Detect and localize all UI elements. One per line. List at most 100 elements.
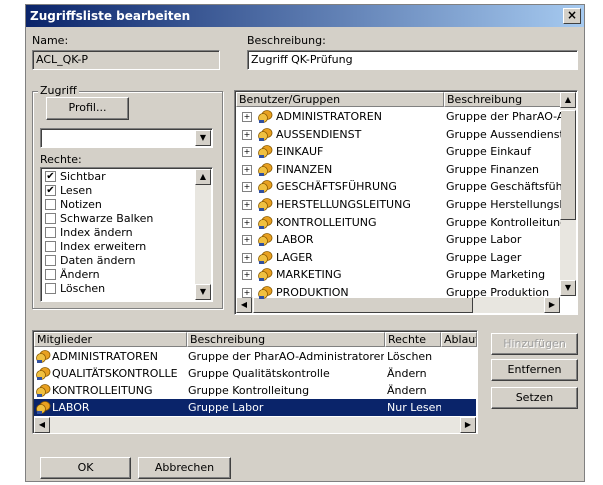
list-item[interactable]: + LAGER Gruppe Lager [236, 249, 561, 266]
rechte-item-label: Lesen [60, 184, 93, 197]
benutzer-vscrollbar[interactable]: ▲ ▼ [560, 92, 576, 296]
group-name: LABOR [276, 233, 314, 247]
group-desc: Gruppe Lager [446, 250, 522, 264]
col-header-ablauf[interactable]: Ablauf [441, 332, 477, 347]
expand-icon[interactable]: + [242, 112, 252, 122]
expand-icon[interactable]: + [242, 252, 252, 263]
mitglieder-hscrollbar[interactable]: ◀ ▶ [34, 417, 476, 433]
group-name: AUSSENDIENST [276, 127, 362, 141]
chevron-up-icon: ▲ [199, 172, 207, 181]
close-button[interactable]: × [563, 8, 581, 24]
member-name: LABOR [52, 401, 90, 414]
scroll-down-button[interactable]: ▼ [195, 284, 211, 300]
group-desc: Gruppe Marketing [446, 268, 546, 282]
checkbox[interactable] [45, 269, 56, 280]
col-header-beschreibung[interactable]: Beschreibung [444, 92, 562, 107]
checkbox[interactable]: ✔ [45, 171, 56, 182]
beschreibung-label: Beschreibung: [247, 34, 326, 47]
col-header-benutzer[interactable]: Benutzer/Gruppen [236, 92, 444, 107]
hinzufuegen-button[interactable]: Hinzufügen [491, 333, 578, 355]
list-item[interactable]: + HERSTELLUNGSLEITUNG Gruppe Herstellungsl… [236, 196, 561, 213]
checkbox[interactable] [45, 227, 56, 238]
expand-icon[interactable]: + [242, 270, 252, 281]
scroll-up-button[interactable]: ▲ [560, 92, 576, 108]
combo-dropdown-button[interactable]: ▼ [195, 130, 211, 146]
list-item[interactable]: + ADMINISTRATOREN Gruppe der PharAO-Adı [236, 108, 561, 125]
name-field[interactable]: ACL_QK-P [32, 50, 220, 70]
title-bar[interactable]: Zugriffsliste bearbeiten × [26, 5, 584, 27]
expand-icon[interactable]: + [242, 235, 252, 246]
checkbox[interactable]: ✔ [45, 185, 56, 196]
group-name: MARKETING [276, 268, 342, 282]
benutzer-gruppen-list[interactable]: Benutzer/Gruppen Beschreibung ▲ ▼ ◀ ▶ + A… [234, 90, 578, 315]
list-item[interactable]: + LABOR Gruppe Labor [236, 231, 561, 248]
checkbox[interactable] [45, 283, 56, 294]
col-header-rechte[interactable]: Rechte [385, 332, 441, 347]
group-name: KONTROLLEITUNG [276, 215, 377, 229]
member-desc: Gruppe der PharAO-Administratoren [188, 350, 384, 363]
beschreibung-field[interactable]: Zugriff QK-Prüfung [247, 50, 578, 70]
checkbox[interactable] [45, 241, 56, 252]
group-icon [36, 382, 51, 399]
scroll-up-button[interactable]: ▲ [195, 169, 211, 185]
group-desc: Gruppe Produktion [446, 286, 550, 299]
list-item[interactable]: + GESCHÄFTSFÜHRUNG Gruppe Geschäftsführu [236, 178, 561, 195]
member-rechte: Ändern [387, 367, 427, 380]
list-item[interactable]: + MARKETING Gruppe Marketing [236, 266, 561, 283]
group-icon [258, 143, 273, 160]
scroll-left-button[interactable]: ◀ [34, 417, 50, 433]
group-desc: Gruppe Kontrolleitung [446, 215, 561, 229]
list-item[interactable]: + EINKAUF Gruppe Einkauf [236, 143, 561, 160]
expand-icon[interactable]: + [242, 288, 252, 298]
chevron-up-icon: ▲ [564, 95, 572, 104]
scroll-down-button[interactable]: ▼ [560, 280, 576, 296]
abbrechen-button[interactable]: Abbrechen [138, 457, 231, 479]
expand-icon[interactable]: + [242, 182, 252, 193]
rechte-scrollbar[interactable]: ▲ ▼ [195, 169, 211, 300]
mitglieder-list[interactable]: Mitglieder Beschreibung Rechte Ablauf ◀ … [32, 330, 478, 434]
entfernen-button[interactable]: Entfernen [491, 359, 578, 381]
group-name: FINANZEN [276, 162, 333, 176]
group-icon [258, 214, 273, 231]
group-icon [258, 178, 273, 195]
list-item[interactable]: + KONTROLLEITUNG Gruppe Kontrolleitung [236, 214, 561, 231]
rechte-item-label: Ändern [60, 268, 100, 281]
table-row[interactable]: QUALITÄTSKONTROLLE Gruppe Qualitätskontro… [34, 365, 476, 382]
checkbox[interactable] [45, 213, 56, 224]
expand-icon[interactable]: + [242, 217, 252, 228]
rechte-item-label: Schwarze Balken [60, 212, 154, 225]
list-item[interactable]: + PRODUKTION Gruppe Produktion [236, 284, 561, 301]
group-name: HERSTELLUNGSLEITUNG [276, 198, 411, 211]
expand-icon[interactable]: + [242, 129, 252, 140]
rechte-list[interactable]: ▲ ▼ ✔ Sichtbar ✔ Lesen Notizen Schwarze Balke… [40, 167, 213, 302]
profil-button[interactable]: Profil... [46, 97, 129, 120]
ok-button[interactable]: OK [40, 457, 131, 479]
scroll-thumb[interactable] [560, 110, 576, 220]
setzen-button[interactable]: Setzen [491, 387, 578, 409]
checkbox[interactable] [45, 199, 56, 210]
group-desc: Gruppe Finanzen [446, 162, 540, 176]
group-desc: Gruppe der PharAO-Adı [446, 110, 561, 123]
table-row[interactable]: KONTROLLEITUNG Gruppe Kontrolleitung Änder… [34, 382, 476, 399]
list-item[interactable]: + FINANZEN Gruppe Finanzen [236, 161, 561, 178]
expand-icon[interactable]: + [242, 147, 252, 158]
rechte-item-label: Daten ändern [60, 254, 136, 267]
table-row[interactable]: LABOR Gruppe Labor Nur Lesen [34, 399, 476, 416]
member-rechte: Nur Lesen [387, 401, 441, 414]
group-desc: Gruppe Einkauf [446, 145, 531, 159]
scroll-right-button[interactable]: ▶ [460, 417, 476, 433]
checkbox[interactable] [45, 255, 56, 266]
col-header-mitglieder[interactable]: Mitglieder [34, 332, 187, 347]
list-item[interactable]: + AUSSENDIENST Gruppe Aussendienst [236, 126, 561, 143]
rechte-item-label: Löschen [60, 282, 106, 295]
member-desc: Gruppe Kontrolleitung [188, 384, 310, 397]
dialog-window: Zugriffsliste bearbeiten × Name: ACL_QK-… [25, 4, 585, 482]
member-rechte: Löschen [387, 350, 433, 363]
expand-icon[interactable]: + [242, 200, 252, 210]
member-name: ADMINISTRATOREN [52, 350, 158, 363]
col-header-beschreibung[interactable]: Beschreibung [187, 332, 385, 347]
rechte-item-label: Notizen [60, 198, 102, 211]
expand-icon[interactable]: + [242, 164, 252, 175]
table-row[interactable]: ADMINISTRATOREN Gruppe der PharAO-Adminis… [34, 348, 476, 365]
profil-combo[interactable]: ▼ [40, 128, 213, 148]
